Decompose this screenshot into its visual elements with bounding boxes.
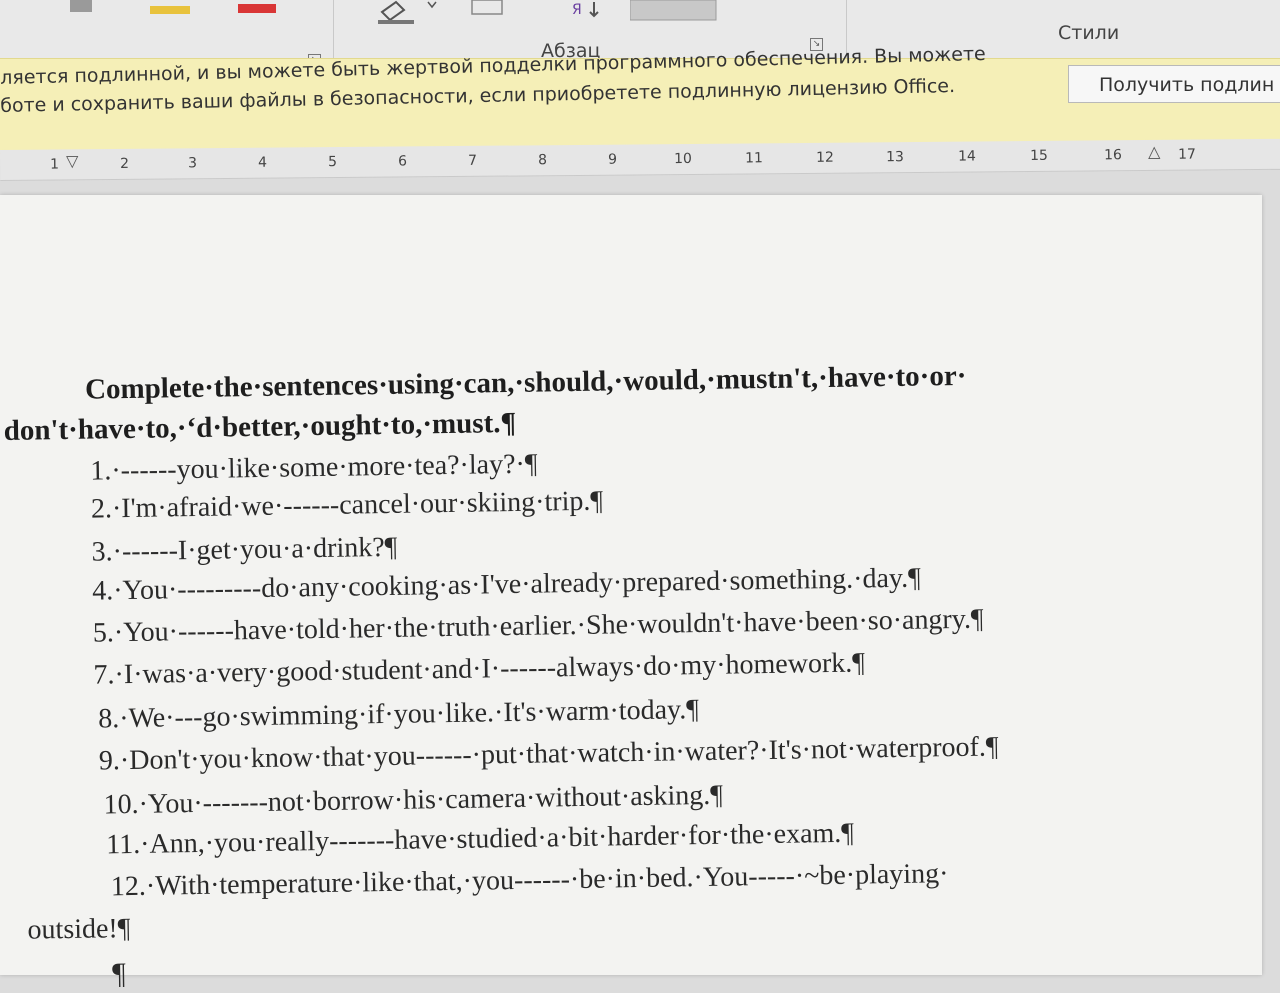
ruler-number: 1 bbox=[50, 156, 60, 173]
ruler-number: 13 bbox=[886, 149, 904, 166]
text-color-icon[interactable] bbox=[236, 0, 280, 18]
shading-icon[interactable] bbox=[374, 0, 444, 28]
sentence-line: 8.·We·---go·swimming·if·you·like.·It's·w… bbox=[97, 694, 700, 735]
sentence-line: 12.·With·temperature·like·that,·you-----… bbox=[110, 858, 949, 903]
ruler-number: 6 bbox=[398, 153, 408, 170]
sentence-line: 5.·You·------have·told·her·the·truth·ear… bbox=[92, 603, 984, 649]
styles-group-label: Стили bbox=[1058, 22, 1120, 44]
ruler-number: 17 bbox=[1178, 146, 1196, 163]
ruler-number: 16 bbox=[1104, 147, 1122, 164]
exercise-heading-line-1: Complete·the·sentences·using·can,·should… bbox=[84, 359, 967, 406]
document-page[interactable]: Complete·the·sentences·using·can,·should… bbox=[0, 195, 1262, 990]
ribbon-separator bbox=[333, 0, 334, 66]
get-genuine-office-button[interactable]: Получить подлин bbox=[1068, 65, 1280, 103]
right-indent-marker-icon[interactable]: △ bbox=[1148, 142, 1160, 161]
ruler-number: 5 bbox=[328, 154, 338, 171]
ruler-number: 4 bbox=[258, 154, 268, 171]
empty-paragraph-mark: ¶ bbox=[111, 957, 127, 991]
sentence-line: 3.·------I·get·you·a·drink?¶ bbox=[91, 531, 398, 568]
sort-icon[interactable]: Я bbox=[570, 0, 610, 18]
sentence-line: 1.·------you·like·some·more·tea?·lay?·¶ bbox=[90, 448, 538, 487]
ruler-number: 9 bbox=[608, 151, 618, 168]
sentence-line-continued: outside!¶ bbox=[27, 913, 131, 946]
ruler-number: 10 bbox=[674, 150, 693, 168]
font-color-icon[interactable] bbox=[62, 0, 102, 18]
ruler-number: 14 bbox=[958, 148, 976, 165]
sentence-line: 10.·You·-------not·borrow·his·camera·wit… bbox=[103, 779, 724, 821]
sentence-line: 2.·I'm·afraid·we·------cancel·our·skiing… bbox=[90, 485, 604, 525]
sentence-line: 4.·You·---------do·any·cooking·as·I've·a… bbox=[91, 562, 921, 607]
sentence-line: 11.·Ann,·you·really-------have·studied·a… bbox=[105, 817, 855, 861]
ruler-number: 3 bbox=[188, 155, 198, 172]
exercise-heading-line-2: don't·have·to,·‘d·better,·ought·to,·must… bbox=[3, 406, 517, 447]
ruler-number: 2 bbox=[120, 155, 130, 172]
first-line-indent-marker-icon[interactable]: ▽ bbox=[66, 151, 78, 170]
svg-text:Я: Я bbox=[572, 2, 582, 18]
ruler-number: 15 bbox=[1030, 147, 1048, 165]
ruler-number: 7 bbox=[468, 152, 478, 169]
highlight-color-icon[interactable] bbox=[150, 0, 192, 18]
sentence-line: 9.·Don't·you·know·that·you------·put·tha… bbox=[98, 731, 999, 777]
ruler-number: 8 bbox=[538, 152, 548, 169]
ruler-number: 11 bbox=[745, 150, 763, 167]
show-formatting-marks-icon[interactable] bbox=[630, 0, 718, 22]
sentence-line: 7.·I·was·a·very·good·student·and·I·-----… bbox=[93, 647, 866, 691]
ruler-number: 12 bbox=[816, 149, 834, 166]
borders-icon[interactable] bbox=[470, 0, 506, 18]
